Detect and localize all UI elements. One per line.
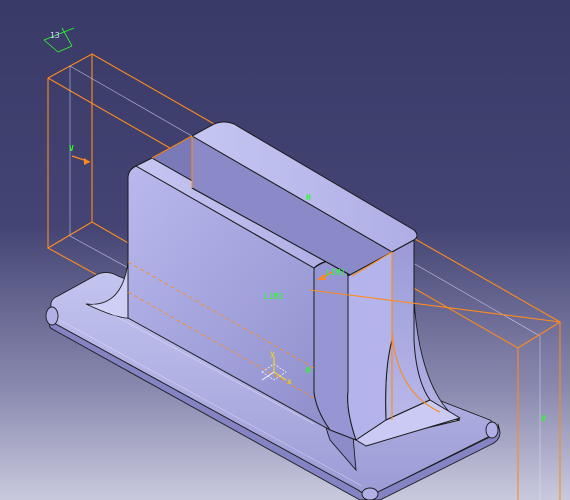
axis-y-label: y [270,349,275,358]
h-constraint-bottom: H [306,366,311,375]
3d-scene[interactable]: 13 V V H H LIM1 LIM2 y x [0,0,570,500]
lim1-label[interactable]: LIM1 [326,268,345,277]
v-constraint-right: V [541,414,546,423]
dimension-value: 13 [50,31,60,40]
v-constraint-left: V [69,144,74,153]
3d-viewport[interactable]: 13 V V H H LIM1 LIM2 y x [0,0,570,500]
lim2-label[interactable]: LIM2 [264,292,283,301]
dimension-13[interactable]: 13 [43,27,75,53]
h-constraint-top: H [306,193,311,202]
direction-arrow-left[interactable] [71,155,91,165]
axis-x-label: x [287,377,292,386]
